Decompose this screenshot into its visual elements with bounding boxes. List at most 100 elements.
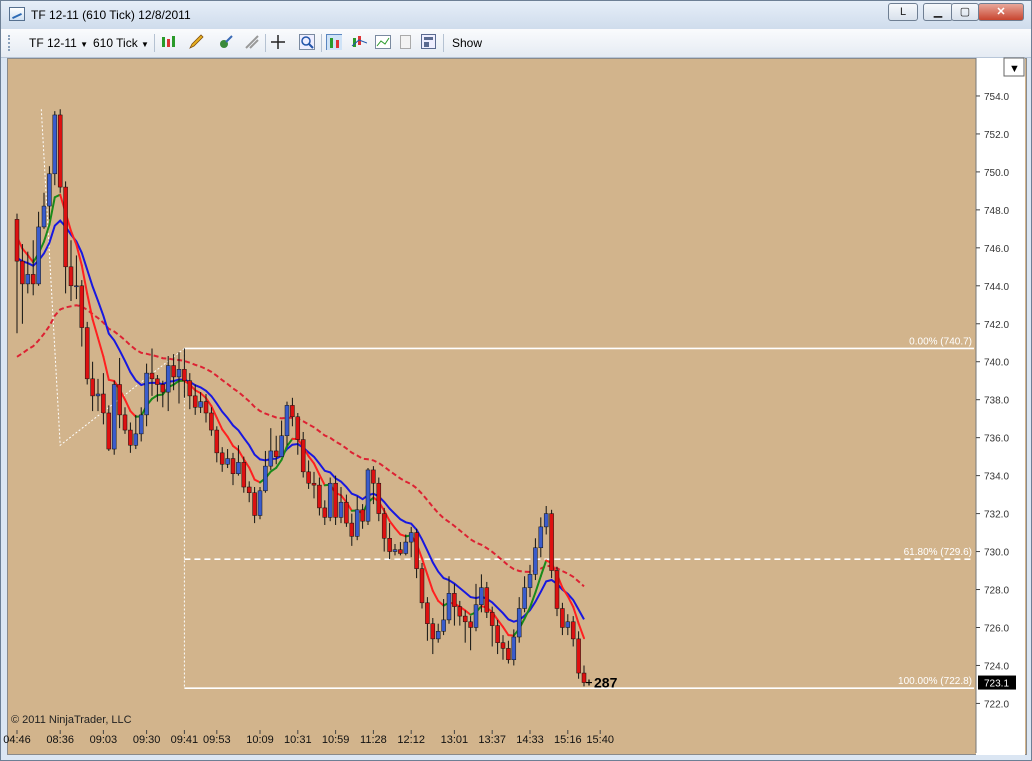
candle[interactable] (133, 414, 139, 450)
candle[interactable] (122, 407, 128, 434)
candle[interactable] (533, 538, 538, 581)
candle[interactable] (47, 166, 52, 220)
candle[interactable] (41, 192, 47, 229)
candle[interactable] (414, 528, 419, 579)
candle[interactable] (360, 504, 365, 529)
candle[interactable] (516, 597, 522, 643)
candle-body (52, 114, 58, 175)
candle[interactable] (300, 431, 306, 478)
candle[interactable] (333, 475, 338, 525)
candle[interactable] (338, 487, 344, 524)
candle[interactable] (403, 534, 409, 556)
candle[interactable] (63, 181, 68, 294)
candle[interactable] (576, 631, 581, 679)
candle[interactable] (246, 481, 252, 503)
candle[interactable] (252, 487, 257, 524)
candle[interactable] (74, 255, 79, 300)
candle-body (284, 405, 290, 437)
candle[interactable] (408, 526, 414, 558)
candle[interactable] (489, 606, 495, 647)
candle[interactable] (446, 576, 452, 624)
candle[interactable] (522, 576, 527, 613)
candle[interactable] (279, 420, 284, 457)
candle[interactable] (52, 111, 58, 186)
candle[interactable] (500, 635, 506, 660)
candle[interactable] (219, 447, 225, 472)
candle[interactable] (20, 244, 25, 324)
candle[interactable] (457, 600, 463, 626)
candle[interactable] (506, 640, 511, 664)
x-tick-label: 12:12 (397, 734, 425, 746)
candle[interactable] (95, 378, 101, 412)
candle[interactable] (311, 471, 317, 499)
candle[interactable] (565, 614, 571, 636)
candle[interactable] (209, 407, 214, 436)
candle[interactable] (90, 361, 95, 412)
candle[interactable] (14, 213, 20, 334)
candle[interactable] (273, 435, 279, 465)
candle[interactable] (538, 517, 544, 558)
candle[interactable] (392, 543, 398, 556)
candle[interactable] (257, 487, 263, 520)
candle[interactable] (57, 109, 63, 193)
candle[interactable] (182, 348, 187, 398)
candle[interactable] (295, 412, 301, 455)
candle[interactable] (462, 610, 468, 643)
candle[interactable] (381, 507, 387, 552)
candle[interactable] (268, 428, 274, 470)
candle[interactable] (284, 401, 290, 446)
candle[interactable] (111, 380, 117, 455)
candle-body (165, 365, 171, 393)
candle-body (327, 482, 333, 518)
candle[interactable] (452, 583, 457, 626)
candle[interactable] (165, 356, 171, 412)
price-chart[interactable]: ▼ 754.0 752.0 750.0 748.0 746.0 744.0 742.0 740.… (0, 0, 1032, 761)
candle[interactable] (365, 468, 371, 525)
candle[interactable] (36, 211, 41, 286)
candle[interactable] (106, 405, 112, 451)
candle[interactable] (527, 564, 533, 598)
candle[interactable] (322, 500, 328, 525)
candle[interactable] (419, 562, 425, 609)
candle-body (63, 186, 68, 268)
candle[interactable] (376, 477, 382, 522)
candle[interactable] (187, 373, 193, 410)
candle[interactable] (430, 618, 436, 655)
candle[interactable] (398, 542, 403, 556)
candle[interactable] (543, 506, 549, 535)
candle[interactable] (225, 449, 230, 469)
candle[interactable] (554, 566, 560, 617)
candle[interactable] (484, 581, 490, 618)
candle[interactable] (560, 602, 565, 636)
candle[interactable] (117, 357, 122, 429)
candle[interactable] (306, 460, 311, 489)
candle[interactable] (570, 616, 576, 647)
candle[interactable] (79, 280, 85, 347)
candle[interactable] (263, 450, 268, 493)
candle[interactable] (30, 240, 36, 296)
candle[interactable] (354, 496, 360, 541)
candle[interactable] (425, 597, 430, 641)
candle[interactable] (101, 373, 106, 425)
candle[interactable] (68, 240, 74, 301)
candle[interactable] (349, 513, 355, 546)
candle[interactable] (155, 375, 160, 402)
candle[interactable] (387, 523, 392, 560)
candle[interactable] (495, 619, 500, 655)
candle[interactable] (468, 616, 473, 651)
candle[interactable] (473, 583, 479, 632)
candle[interactable] (317, 477, 322, 516)
candle[interactable] (581, 665, 587, 687)
candle[interactable] (435, 623, 441, 643)
candle[interactable] (144, 363, 149, 427)
fast-ma-segment (21, 247, 29, 257)
candle[interactable] (203, 394, 209, 423)
candle[interactable] (84, 321, 90, 385)
candle[interactable] (128, 422, 133, 453)
candle[interactable] (327, 477, 333, 522)
candle[interactable] (149, 348, 155, 396)
candle[interactable] (214, 426, 220, 463)
candle[interactable] (290, 397, 295, 427)
candle[interactable] (549, 509, 554, 579)
candle[interactable] (230, 452, 236, 486)
